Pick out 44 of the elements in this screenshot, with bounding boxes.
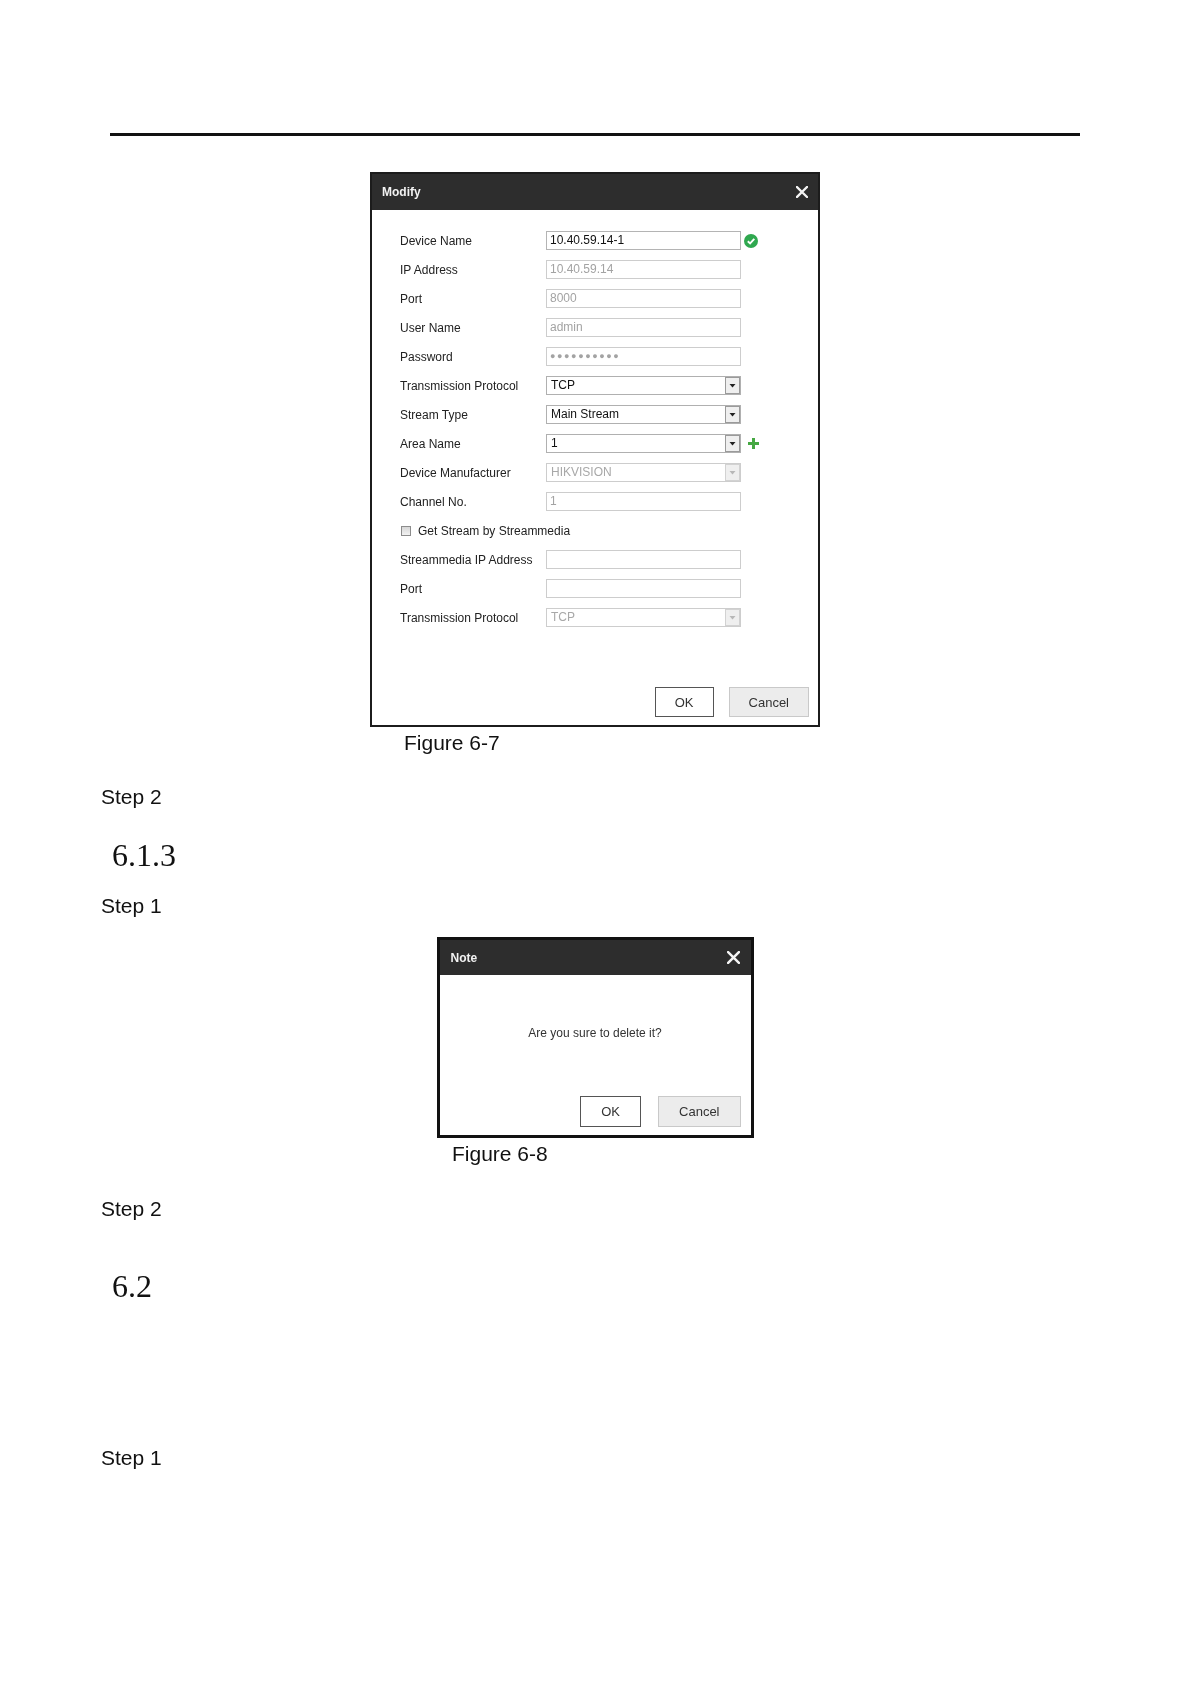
figure-caption: Figure 6-7 <box>404 730 500 756</box>
figure-caption: Figure 6-8 <box>452 1141 548 1167</box>
caret-icon <box>725 464 740 481</box>
dropdown[interactable]: TCP <box>546 376 741 395</box>
section-number: 6.1.3 <box>112 836 176 875</box>
dialog-button[interactable]: Cancel <box>658 1096 741 1127</box>
close-icon <box>796 186 808 198</box>
caret-icon <box>725 406 740 423</box>
dropdown[interactable]: 1 <box>546 434 741 453</box>
field-label: User Name <box>400 320 461 335</box>
dropdown[interactable]: Main Stream <box>546 405 741 424</box>
field-label: Channel No. <box>400 494 467 509</box>
dialog-message: Are you sure to delete it? <box>528 1025 662 1041</box>
field-label: Transmission Protocol <box>400 610 519 625</box>
field-label: Transmission Protocol <box>400 378 519 393</box>
field-label: IP Address <box>400 262 458 277</box>
dialog-title: Modify <box>382 185 421 199</box>
caret-icon <box>725 609 740 626</box>
dialog-title: Note <box>450 950 478 965</box>
checkbox[interactable] <box>401 525 411 536</box>
field-label: Port <box>400 581 422 596</box>
close-button[interactable] <box>726 951 740 964</box>
field-label: Port <box>400 291 422 306</box>
field-label: Password <box>400 349 453 364</box>
step-label: Step 1 <box>101 1445 162 1471</box>
section-number: 6.2 <box>112 1267 152 1306</box>
text-field[interactable]: 10.40.59.14-1 <box>546 231 741 250</box>
dialog-button[interactable]: OK <box>654 687 714 717</box>
step-label: Step 1 <box>101 893 162 919</box>
step-label: Step 2 <box>101 784 162 810</box>
checkbox-label: Get Stream by Streammedia <box>418 523 571 538</box>
field-label: Device Name <box>400 233 473 248</box>
field-label: Stream Type <box>400 407 468 422</box>
field-label: Device Manufacturer <box>400 465 511 480</box>
caret-icon <box>725 435 740 452</box>
dialog-button[interactable]: OK <box>580 1096 642 1127</box>
step-label: Step 2 <box>101 1196 162 1222</box>
field-label: Area Name <box>400 436 461 451</box>
close-icon <box>726 951 740 964</box>
close-button[interactable] <box>796 186 808 198</box>
caret-icon <box>725 377 740 394</box>
field-label: Streammedia IP Address <box>400 552 533 567</box>
plus-icon[interactable] <box>748 438 759 449</box>
dialog-button[interactable]: Cancel <box>728 687 809 717</box>
